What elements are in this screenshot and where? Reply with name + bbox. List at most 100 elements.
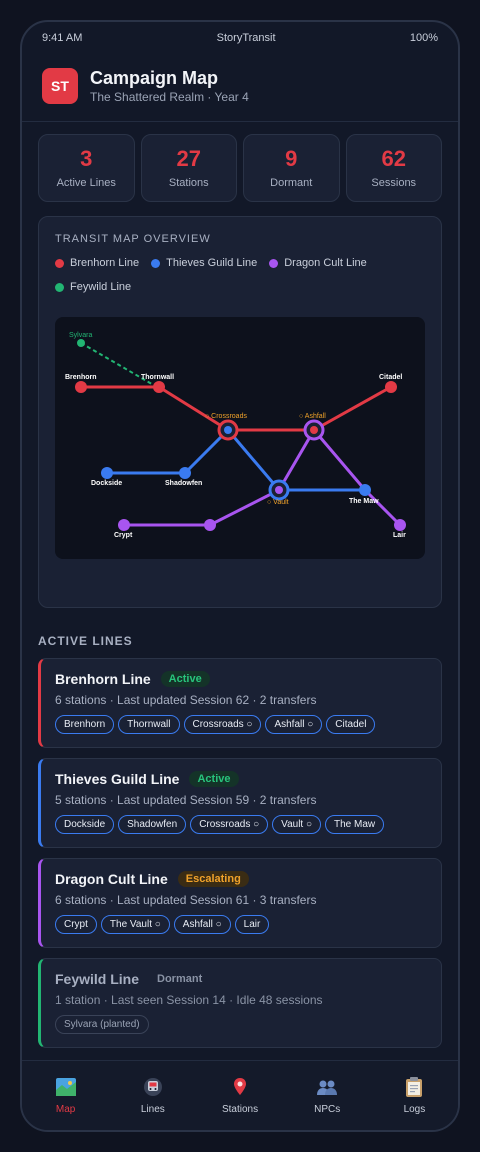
stat-label: Active Lines — [56, 177, 116, 189]
stat-sessions[interactable]: 62 Sessions — [345, 134, 442, 202]
line-meta: 6 stations · Last updated Session 62 · 2… — [55, 693, 317, 707]
status-badge: Active — [160, 671, 210, 687]
station-chip[interactable]: The Maw — [325, 815, 385, 834]
status-badge: Escalating — [177, 871, 249, 887]
legend-dot — [55, 258, 64, 268]
station-crypt-lair-mid[interactable] — [204, 519, 216, 531]
station-chip[interactable]: Lair — [234, 915, 270, 934]
station-lair[interactable] — [394, 519, 406, 531]
stat-value: 3 — [80, 146, 93, 171]
stats-row: 3 Active Lines 27 Stations 9 Dormant 62 … — [38, 134, 442, 202]
legend-label: Feywild Line — [70, 281, 132, 293]
tab-stations[interactable]: Stations — [196, 1061, 283, 1130]
line-name: Feywild Line — [55, 971, 140, 987]
label-vault: ○ Vault — [267, 499, 289, 506]
stat-label: Sessions — [371, 177, 417, 189]
label-the-maw: The Maw — [349, 498, 379, 505]
station-chip[interactable]: Vault ○ — [272, 815, 322, 834]
label-thornwall: Thornwall — [141, 374, 174, 381]
tab-label: Map — [55, 1104, 76, 1115]
legend-item-brenhorn: Brenhorn Line — [55, 257, 139, 269]
status-battery: 100% — [409, 32, 438, 44]
station-sylvara[interactable] — [77, 339, 85, 347]
label-crossroads: ○ Crossroads — [205, 413, 247, 420]
map-title: TRANSIT MAP OVERVIEW — [55, 233, 211, 245]
line-card-thieves-guild[interactable]: Thieves Guild Line Active 5 stations · L… — [38, 758, 442, 848]
status-carrier: StoryTransit — [216, 32, 276, 44]
station-chip[interactable]: Ashfall ○ — [173, 915, 231, 934]
stat-dormant[interactable]: 9 Dormant — [243, 134, 340, 202]
legend-dot — [55, 282, 64, 292]
station-ashfall-core — [310, 426, 318, 434]
tab-label: Stations — [221, 1104, 259, 1115]
line-card-dragon-cult[interactable]: Dragon Cult Line Escalating 6 stations ·… — [38, 858, 442, 948]
stat-active-lines[interactable]: 3 Active Lines — [38, 134, 135, 202]
label-crypt: Crypt — [114, 532, 133, 539]
tab-logs[interactable]: Logs — [371, 1061, 458, 1130]
station-chip[interactable]: Brenhorn — [55, 715, 115, 734]
map-legend: Brenhorn Line Thieves Guild Line Dragon … — [55, 257, 425, 293]
tab-lines[interactable]: Lines — [109, 1061, 196, 1130]
station-citadel[interactable] — [385, 381, 397, 393]
label-citadel: Citadel — [379, 374, 402, 381]
label-brenhorn: Brenhorn — [65, 374, 97, 381]
line-card-feywild[interactable]: Feywild Line Dormant 1 station · Last se… — [38, 958, 442, 1048]
label-dockside: Dockside — [91, 480, 122, 487]
people-icon — [316, 1076, 338, 1098]
station-chip[interactable]: Crossroads ○ — [183, 715, 262, 734]
main-content: 3 Active Lines 27 Stations 9 Dormant 62 … — [22, 122, 458, 1062]
thieves-guild-route — [107, 427, 365, 492]
section-title-active-lines: ACTIVE LINES — [38, 634, 133, 648]
station-crypt[interactable] — [118, 519, 130, 531]
tab-bar: Map Lines Stations NPCs Logs — [22, 1060, 458, 1130]
status-time: 9:41 AM — [42, 32, 83, 44]
stat-value: 9 — [285, 146, 298, 171]
station-chip[interactable]: Ashfall ○ — [265, 715, 323, 734]
label-ashfall: ○ Ashfall — [299, 413, 326, 420]
station-thornwall[interactable] — [153, 381, 165, 393]
stat-value: 27 — [176, 146, 201, 171]
transit-map-card: TRANSIT MAP OVERVIEW Brenhorn Line Thiev… — [38, 216, 442, 608]
legend-item-dragon-cult: Dragon Cult Line — [269, 257, 367, 269]
station-chip[interactable]: Sylvara (planted) — [55, 1015, 149, 1034]
station-chip[interactable]: Crypt — [55, 915, 97, 934]
line-meta: 6 stations · Last updated Session 61 · 3… — [55, 893, 317, 907]
legend-dot — [151, 258, 161, 268]
station-shadowfen[interactable] — [179, 467, 191, 479]
stat-label: Stations — [168, 177, 209, 189]
station-chip[interactable]: Crossroads ○ — [190, 815, 269, 834]
map-icon — [55, 1076, 77, 1098]
station-chip[interactable]: Shadowfen — [118, 815, 187, 834]
phone-frame: 9:41 AM StoryTransit 100% ST Campaign Ma… — [20, 20, 460, 1132]
train-icon — [142, 1076, 164, 1098]
station-chip[interactable]: Citadel — [326, 715, 376, 734]
legend-label: Thieves Guild Line — [166, 257, 258, 269]
page-subtitle: The Shattered Realm · Year 4 — [90, 89, 249, 104]
dragon-cult-route — [124, 427, 402, 527]
tab-npcs[interactable]: NPCs — [284, 1061, 371, 1130]
tab-label: Lines — [140, 1104, 165, 1115]
line-meta: 1 station · Last seen Session 14 · Idle … — [55, 993, 323, 1007]
line-card-brenhorn[interactable]: Brenhorn Line Active 6 stations · Last u… — [38, 658, 442, 748]
station-chip[interactable]: The Vault ○ — [100, 915, 170, 934]
station-chips: Dockside Shadowfen Crossroads ○ Vault ○ … — [55, 815, 427, 834]
tab-label: NPCs — [314, 1104, 341, 1115]
station-chips: Crypt The Vault ○ Ashfall ○ Lair — [55, 915, 427, 934]
transit-map[interactable]: Sylvara Brenhorn Thornwall Citadel ○ Cro… — [55, 317, 425, 559]
label-lair: Lair — [393, 532, 406, 539]
station-chip[interactable]: Dockside — [55, 815, 115, 834]
station-vault-core — [275, 486, 283, 494]
station-dockside[interactable] — [101, 467, 113, 479]
station-brenhorn[interactable] — [75, 381, 87, 393]
page-title: Campaign Map — [90, 67, 219, 88]
legend-label: Brenhorn Line — [70, 257, 140, 269]
station-chips: Brenhorn Thornwall Crossroads ○ Ashfall … — [55, 715, 427, 734]
tab-map[interactable]: Map — [22, 1061, 109, 1130]
stat-stations[interactable]: 27 Stations — [140, 134, 237, 202]
line-name: Brenhorn Line — [55, 671, 151, 687]
station-chip[interactable]: Thornwall — [118, 715, 180, 734]
legend-label: Dragon Cult Line — [284, 257, 367, 269]
station-the-maw[interactable] — [359, 484, 371, 496]
status-bar: 9:41 AM StoryTransit 100% — [22, 22, 458, 54]
label-sylvara: Sylvara — [69, 332, 92, 339]
